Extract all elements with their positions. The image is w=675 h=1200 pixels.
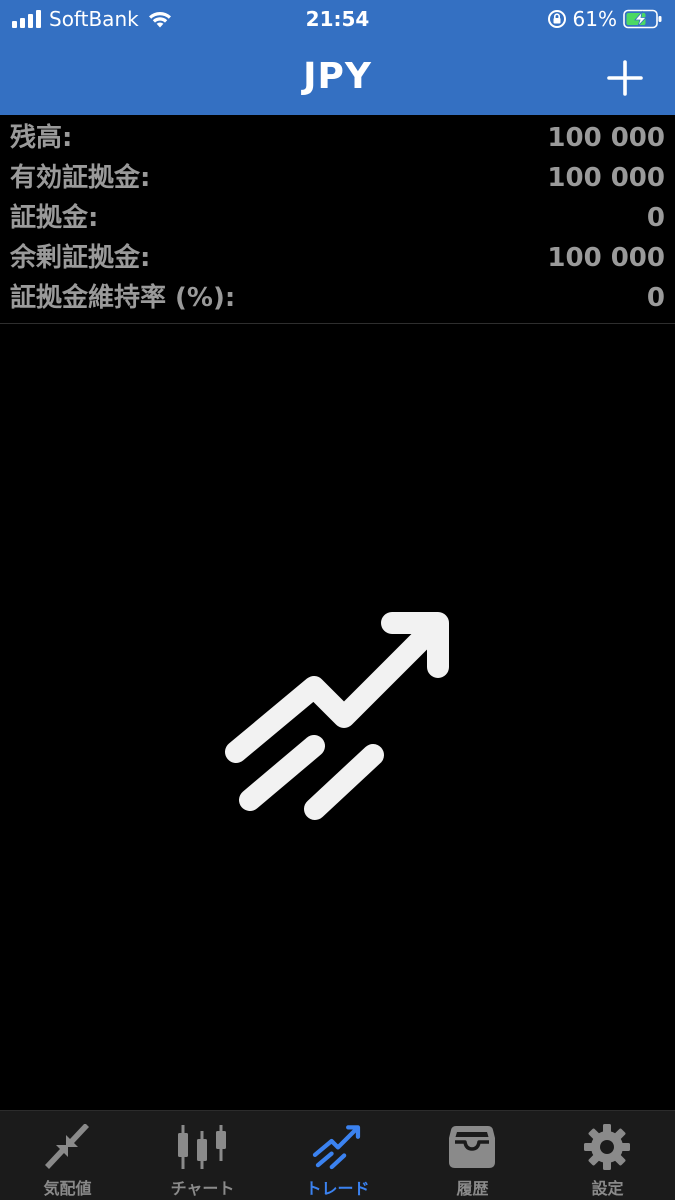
add-account-button[interactable] bbox=[599, 52, 651, 104]
tab-settings-label: 設定 bbox=[591, 1179, 624, 1198]
candlestick-icon bbox=[178, 1125, 226, 1169]
tab-settings[interactable]: 設定 bbox=[540, 1111, 675, 1200]
equity-label: 有効証拠金: bbox=[10, 163, 151, 193]
free-margin-label: 余剰証拠金: bbox=[10, 243, 151, 273]
margin-level-row: 証拠金維持率 (%): 0 bbox=[0, 278, 675, 318]
balance-label: 残高: bbox=[10, 123, 73, 153]
tab-history[interactable]: 履歴 bbox=[405, 1111, 540, 1200]
margin-row: 証拠金: 0 bbox=[0, 198, 675, 238]
equity-row: 有効証拠金: 100 000 bbox=[0, 158, 675, 198]
free-margin-row: 余剰証拠金: 100 000 bbox=[0, 238, 675, 278]
orientation-lock-icon bbox=[547, 10, 566, 28]
status-bar: SoftBank 21:54 61% bbox=[0, 0, 675, 38]
tab-quotes-label: 気配値 bbox=[43, 1179, 92, 1198]
nav-bar: JPY bbox=[0, 38, 675, 115]
tab-history-label: 履歴 bbox=[456, 1179, 489, 1198]
tab-trade[interactable]: トレード bbox=[270, 1111, 405, 1200]
page-title: JPY bbox=[303, 56, 372, 97]
margin-level-value: 0 bbox=[646, 283, 665, 313]
gear-icon bbox=[584, 1124, 630, 1170]
tab-chart[interactable]: チャート bbox=[135, 1111, 270, 1200]
margin-level-label: 証拠金維持率 (%): bbox=[10, 283, 236, 313]
balance-row: 残高: 100 000 bbox=[0, 118, 675, 158]
header: SoftBank 21:54 61% JPY bbox=[0, 0, 675, 115]
margin-label: 証拠金: bbox=[10, 203, 99, 233]
equity-value: 100 000 bbox=[547, 163, 665, 193]
quotes-icon bbox=[45, 1124, 89, 1169]
tab-bar: 気配値 チャート トレード 履歴 設定 bbox=[0, 1110, 675, 1200]
account-summary: 残高: 100 000 有効証拠金: 100 000 証拠金: 0 余剰証拠金:… bbox=[0, 118, 675, 324]
trade-icon bbox=[312, 1125, 361, 1170]
inbox-icon bbox=[449, 1126, 495, 1168]
tab-chart-label: チャート bbox=[170, 1179, 235, 1198]
tab-quotes[interactable]: 気配値 bbox=[0, 1111, 135, 1200]
plus-icon bbox=[607, 60, 643, 96]
battery-charging-icon bbox=[623, 9, 662, 29]
margin-value: 0 bbox=[646, 203, 665, 233]
balance-value: 100 000 bbox=[547, 123, 665, 153]
free-margin-value: 100 000 bbox=[547, 243, 665, 273]
tab-trade-label: トレード bbox=[305, 1179, 370, 1198]
trade-trend-icon bbox=[225, 612, 449, 820]
battery-percent: 61% bbox=[572, 7, 617, 31]
